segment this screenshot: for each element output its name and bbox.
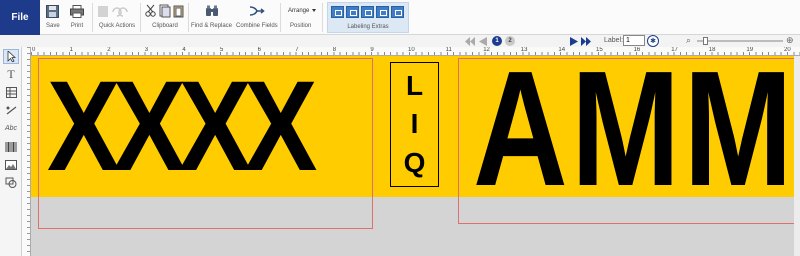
liq-text-box[interactable]: L I Q [390, 62, 439, 187]
ruler-number: 8 [332, 47, 337, 53]
ruler-number: 3 [144, 47, 149, 53]
liq-letter: Q [403, 146, 426, 178]
position-group[interactable]: Position [285, 2, 311, 33]
liq-letter: I [410, 108, 419, 140]
ruler-number: 9 [370, 47, 374, 53]
clipboard-label: Clipboard [152, 23, 178, 29]
ruler-number: 11 [445, 47, 452, 53]
label-editor-app: File Save Print Quick Actions Clipboard … [0, 0, 800, 256]
last-label-icon[interactable] [581, 36, 591, 46]
select-tool-icon[interactable] [3, 49, 19, 64]
ruler-number: 6 [257, 47, 261, 53]
ruler-number: 14 [558, 47, 566, 53]
file-button[interactable]: File [0, 0, 40, 35]
ruler-number: 17 [671, 47, 678, 53]
ruler-number: 15 [596, 47, 603, 53]
save-icon [46, 2, 60, 20]
print-button[interactable]: Print [70, 2, 84, 33]
page-2-indicator[interactable]: 2 [505, 36, 515, 46]
next-label-icon[interactable] [569, 36, 579, 46]
labeling-extras-group[interactable]: Labeling Extras [327, 2, 409, 33]
wire-marker-icon[interactable] [376, 6, 389, 18]
quick-actions-label: Quick Actions [98, 23, 136, 29]
sign-icon[interactable] [391, 6, 404, 18]
label-number-input[interactable] [623, 35, 645, 46]
ruler-number: 12 [483, 47, 490, 53]
ruler-number: 7 [295, 47, 299, 53]
labeling-extras-label: Labeling Extras [347, 24, 389, 30]
liq-letter: L [405, 70, 424, 102]
ruler-number: 20 [784, 47, 791, 53]
image-tool-icon[interactable] [3, 157, 19, 172]
tool-palette: T Abc [0, 47, 22, 256]
zoom-slider-track[interactable] [697, 40, 783, 42]
ribbon-separator [280, 3, 281, 32]
ribbon-separator [322, 3, 323, 32]
combine-fields-label: Combine Fields [236, 23, 278, 29]
zoom-in-icon[interactable]: ⊕ [786, 35, 794, 46]
label-navigation-bar: 1 2 Label: ✱ ⌕ ⊕ [0, 35, 800, 47]
ruler-number: 5 [220, 47, 224, 53]
zoom-slider-thumb[interactable] [703, 37, 708, 45]
ribbon-toolbar: File Save Print Quick Actions Clipboard … [0, 0, 800, 35]
first-label-icon[interactable] [465, 36, 475, 46]
ruler-number: 1 [69, 47, 73, 53]
ribbon-separator [188, 3, 189, 32]
clipboard-group[interactable]: Clipboard [145, 2, 185, 33]
barcode-tool-icon[interactable] [3, 139, 19, 154]
ribbon-separator [92, 3, 93, 32]
ruler-number: 16 [633, 47, 641, 53]
clipboard-icons [145, 2, 185, 20]
shape-tool-icon[interactable] [3, 175, 19, 190]
print-label: Print [70, 23, 84, 29]
ruler-number: 18 [708, 47, 716, 53]
pipe-marker-icon[interactable] [346, 6, 359, 18]
label-number-caption: Label: [604, 37, 624, 44]
combine-fields-button[interactable]: Combine Fields [236, 2, 278, 33]
ribbon-separator [140, 3, 141, 32]
design-canvas[interactable]: XXXX L I Q AMMO [31, 56, 800, 256]
ruler-number: 10 [408, 47, 415, 53]
vertical-scrollbar[interactable] [794, 56, 800, 256]
ruler-number: 13 [520, 47, 528, 53]
label-1-text[interactable]: XXXX [47, 56, 317, 202]
find-replace-button[interactable]: Find & Replace [191, 2, 232, 33]
save-label: Save [46, 23, 60, 29]
ruler-number: 4 [182, 47, 186, 53]
vertical-ruler [22, 47, 31, 256]
serial-text-tool-icon[interactable]: Abc [3, 121, 19, 136]
position-label: Position [290, 23, 312, 29]
zoom-out-icon[interactable]: ⌕ [686, 35, 691, 46]
text-tool-icon[interactable]: T [3, 67, 19, 82]
ruler-number: 2 [107, 47, 111, 53]
print-icon [70, 2, 84, 20]
labeling-extras-icons [331, 6, 404, 18]
binoculars-icon [205, 2, 219, 20]
label-2-text[interactable]: AMMO [473, 56, 800, 214]
goto-label-icon[interactable]: ✱ [647, 35, 659, 47]
horizontal-ruler: 0123456789101112131415161718192021 [31, 47, 800, 56]
arc-flash-icon[interactable] [361, 6, 374, 18]
previous-label-icon[interactable] [478, 36, 488, 46]
quick-actions-group[interactable]: Quick Actions [97, 2, 137, 33]
ruler-number: 19 [746, 47, 754, 53]
find-replace-label: Find & Replace [191, 23, 233, 29]
page-1-indicator[interactable]: 1 [492, 36, 502, 46]
ruler-number: 0 [32, 47, 36, 53]
table-tool-icon[interactable] [3, 85, 19, 100]
combine-fields-icon [249, 2, 265, 20]
quick-actions-icons [97, 2, 137, 20]
line-tool-icon[interactable] [3, 103, 19, 118]
save-button[interactable]: Save [46, 2, 60, 33]
label-wizard-icon[interactable] [331, 6, 344, 18]
